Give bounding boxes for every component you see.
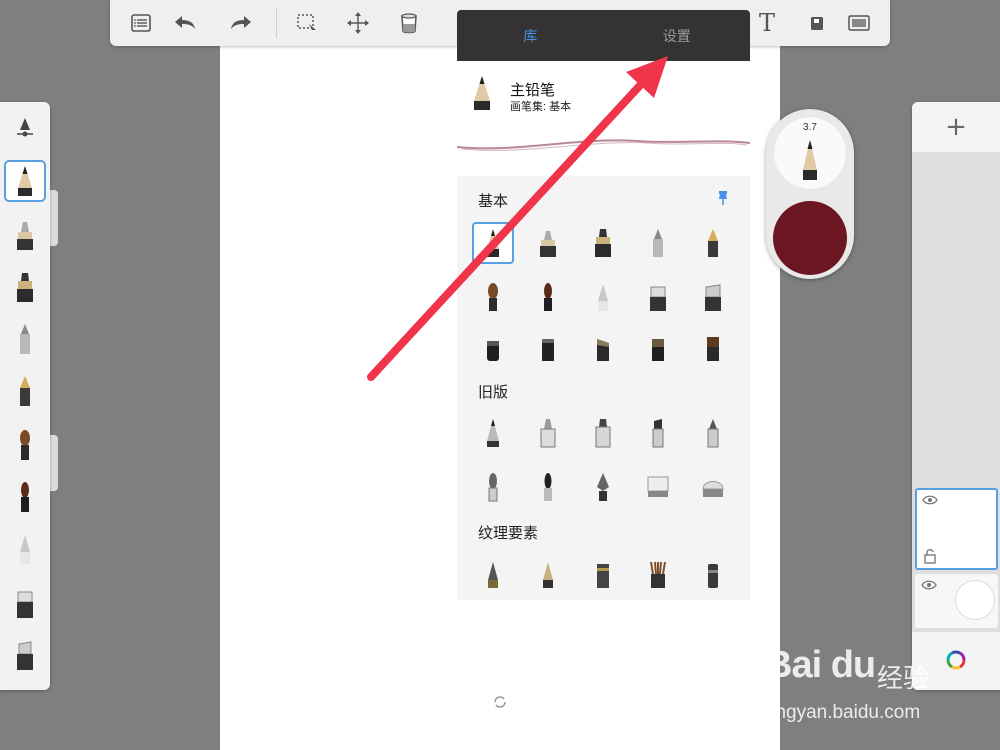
section-texture: 纹理要素 — [478, 525, 539, 542]
baidu-jingyan-watermark: Bai du 经验 jingyan.baidu.com — [765, 640, 995, 740]
brush-ink-icon[interactable] — [527, 276, 569, 318]
brush-eraser-icon[interactable] — [637, 466, 679, 508]
brush-bristle-icon[interactable] — [692, 328, 734, 370]
brush-texture-icon[interactable] — [527, 328, 569, 370]
background-layer-swatch — [955, 580, 995, 620]
brush-soft-icon[interactable] — [4, 528, 46, 570]
tab-library[interactable]: 库 — [457, 10, 604, 61]
watermark-jingyan: 经验 — [877, 663, 930, 693]
brush-pen-icon[interactable] — [637, 222, 679, 264]
brush-stroke-preview — [457, 139, 750, 151]
current-brush-set: 画笔集: 基本 — [510, 101, 572, 113]
section-basic: 基本 — [478, 193, 509, 210]
brush-nib-icon[interactable] — [582, 466, 624, 508]
brush-fountain-pen-icon[interactable] — [692, 222, 734, 264]
layer-item[interactable] — [915, 488, 998, 570]
eye-icon[interactable] — [922, 495, 938, 505]
brush-texture-icon[interactable] — [472, 554, 514, 596]
brush-marker-icon[interactable] — [582, 412, 624, 454]
left-brush-strip — [0, 102, 50, 690]
brush-smudge-icon[interactable] — [692, 466, 734, 508]
pencil-icon — [470, 74, 494, 116]
left-strip-handle[interactable] — [50, 435, 58, 491]
brush-marker-icon[interactable] — [582, 222, 624, 264]
brush-paintbrush-icon[interactable] — [472, 276, 514, 318]
brush-ink-icon[interactable] — [527, 466, 569, 508]
selection-icon[interactable] — [290, 8, 324, 38]
fullscreen-icon[interactable] — [842, 8, 876, 38]
rotate-icon[interactable] — [492, 694, 508, 710]
brush-chisel-icon[interactable] — [637, 412, 679, 454]
brush-airbrush-icon[interactable] — [527, 412, 569, 454]
current-brush-name: 主铅笔 — [510, 82, 556, 99]
watermark-url: jingyan.baidu.com — [767, 702, 921, 723]
watermark-logo: Bai du — [765, 644, 876, 686]
brush-ink-icon[interactable] — [4, 476, 46, 518]
undo-icon[interactable] — [168, 8, 202, 38]
redo-icon[interactable] — [224, 8, 258, 38]
brush-smudge-icon[interactable] — [4, 634, 46, 676]
brush-paintbrush-icon[interactable] — [4, 424, 46, 466]
brush-texture-icon[interactable] — [582, 554, 624, 596]
brush-airbrush-icon[interactable] — [527, 222, 569, 264]
brush-size-value: 3.7 — [803, 122, 817, 133]
brush-bristle-icon[interactable] — [637, 554, 679, 596]
size-color-puck: 3.7 — [766, 109, 854, 279]
brush-pencil-icon[interactable] — [4, 160, 46, 202]
color-swatch[interactable] — [773, 201, 847, 275]
brush-library: 基本 旧版 纹理要素 — [457, 176, 750, 600]
brush-airbrush-icon[interactable] — [4, 214, 46, 256]
text-tool-icon[interactable]: T — [750, 8, 784, 38]
popup-header: 库 设置 — [457, 10, 750, 61]
move-icon[interactable] — [341, 8, 375, 38]
brush-texture-icon[interactable] — [472, 328, 514, 370]
pencil-icon — [803, 140, 817, 180]
layer-tool-icon[interactable] — [800, 8, 834, 38]
brush-paintbrush-icon[interactable] — [472, 466, 514, 508]
brush-settings-icon[interactable] — [4, 106, 46, 148]
brush-pen-icon[interactable] — [692, 412, 734, 454]
brush-smudge-icon[interactable] — [692, 276, 734, 318]
current-brush-preview: 主铅笔 画笔集: 基本 — [457, 61, 750, 176]
tab-settings[interactable]: 设置 — [604, 10, 751, 61]
list-icon[interactable] — [124, 8, 158, 38]
brush-fountain-pen-icon[interactable] — [4, 370, 46, 412]
brush-texture-icon[interactable] — [692, 554, 734, 596]
brush-soft-icon[interactable] — [582, 276, 624, 318]
pin-icon[interactable] — [717, 190, 729, 210]
brush-eraser-icon[interactable] — [4, 582, 46, 624]
brush-size-control[interactable]: 3.7 — [773, 116, 847, 190]
layers-panel: + — [912, 102, 1000, 690]
add-layer-button[interactable]: + — [912, 102, 1000, 152]
brush-eraser-icon[interactable] — [637, 276, 679, 318]
eye-icon[interactable] — [921, 580, 937, 590]
section-legacy: 旧版 — [478, 384, 509, 401]
layer-item[interactable] — [915, 574, 998, 628]
fill-bucket-icon[interactable] — [392, 8, 426, 38]
brush-pen-icon[interactable] — [4, 318, 46, 360]
brush-pencil-icon[interactable] — [472, 412, 514, 454]
brush-flat-icon[interactable] — [582, 328, 624, 370]
brush-pencil-icon[interactable] — [472, 222, 514, 264]
brush-texture-icon[interactable] — [527, 554, 569, 596]
brush-flat-icon[interactable] — [637, 328, 679, 370]
lock-icon[interactable] — [923, 548, 937, 564]
brush-marker-icon[interactable] — [4, 266, 46, 308]
left-strip-handle[interactable] — [50, 190, 58, 246]
brush-library-popup: 库 设置 主铅笔 画笔集: 基本 基本 旧版 纹理要素 — [457, 10, 750, 600]
